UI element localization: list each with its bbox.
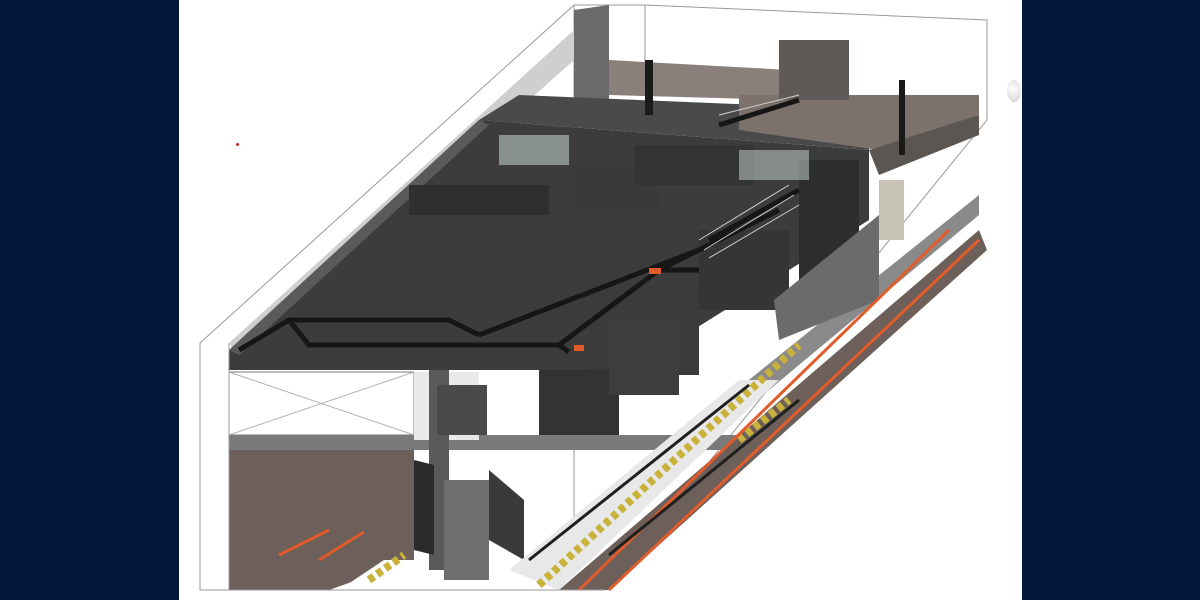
bim-model-drawing[interactable] xyxy=(179,0,1022,600)
application-window xyxy=(0,0,1200,600)
view-cube-icon[interactable] xyxy=(1007,80,1021,102)
stack-2 xyxy=(899,80,905,155)
plant-room-3 xyxy=(634,145,754,185)
glass-room xyxy=(499,135,569,165)
top-unit xyxy=(779,40,849,100)
selection-marker xyxy=(236,143,239,146)
glass-room-2 xyxy=(739,150,809,180)
stack-1 xyxy=(645,60,653,115)
plant-room-1 xyxy=(409,185,549,215)
3d-model-viewport[interactable] xyxy=(179,0,1022,600)
plant-room-6 xyxy=(609,320,679,395)
